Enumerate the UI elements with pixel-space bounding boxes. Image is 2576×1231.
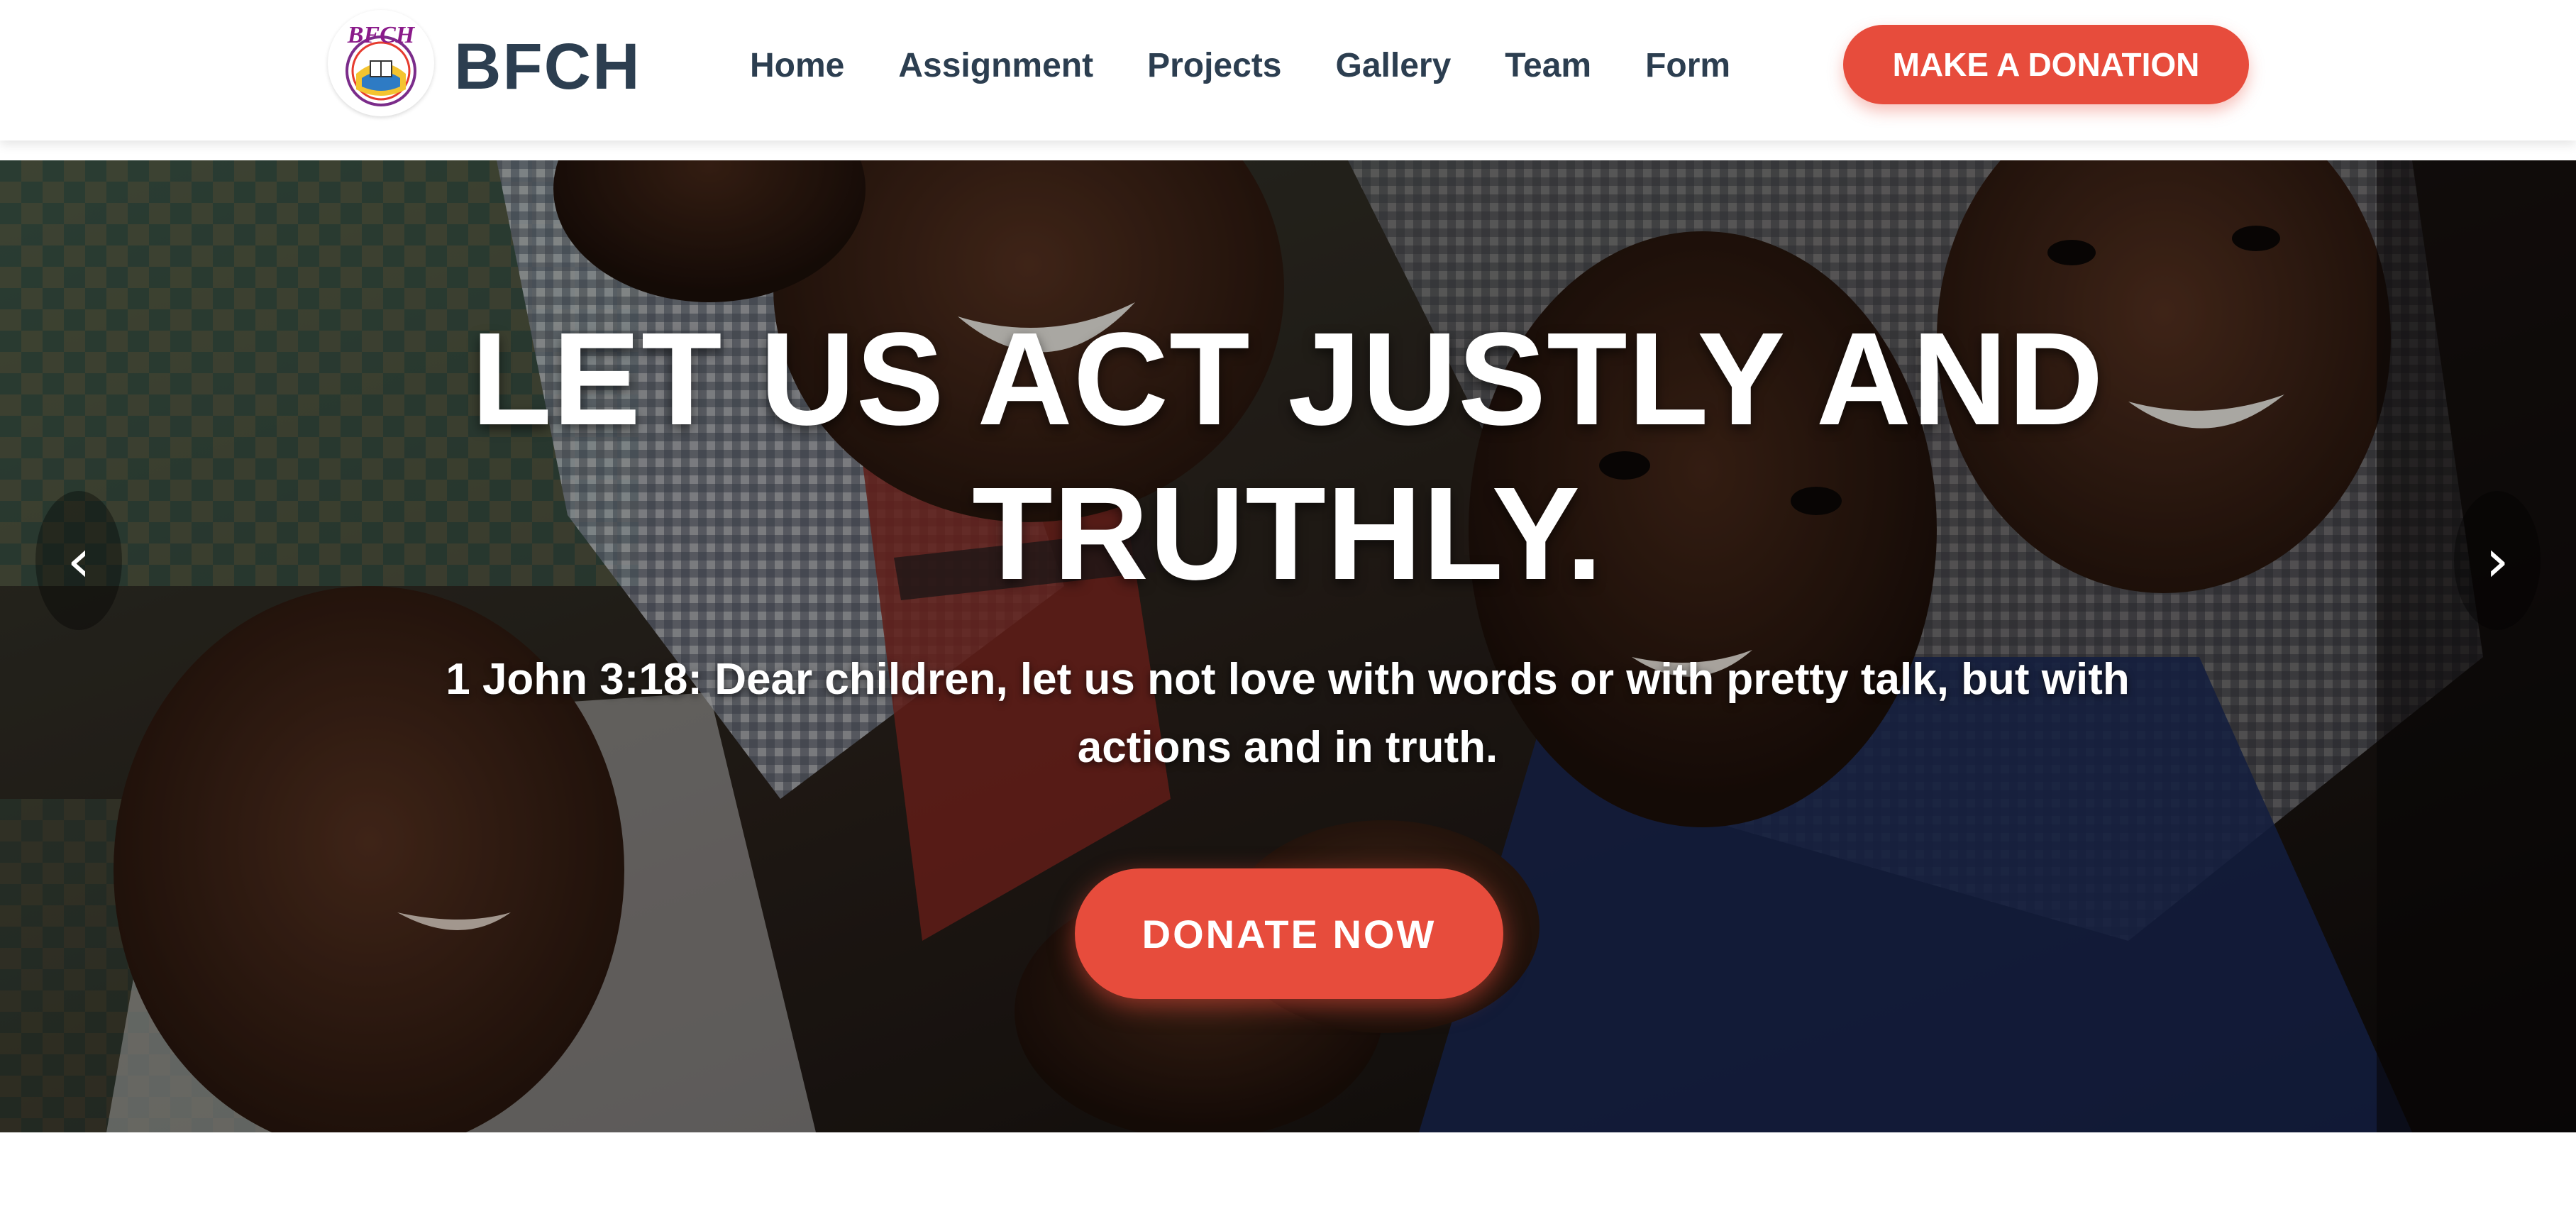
- nav-projects[interactable]: Projects: [1147, 46, 1281, 85]
- main-nav: Home Assignment Projects Gallery Team Fo…: [750, 45, 1730, 85]
- nav-assignment[interactable]: Assignment: [898, 46, 1093, 85]
- slider-prev-button[interactable]: ‹: [35, 491, 122, 630]
- nav-gallery[interactable]: Gallery: [1336, 46, 1452, 85]
- donate-now-button[interactable]: DONATE NOW: [1075, 868, 1503, 999]
- hero-slider: ‹ › LET US ACT JUSTLY AND TRUTHLY. 1 Joh…: [0, 160, 2576, 1132]
- hero-title: LET US ACT JUSTLY AND TRUTHLY.: [471, 306, 2104, 607]
- logo-text: BFCH: [347, 22, 416, 48]
- slider-next-button[interactable]: ›: [2454, 491, 2541, 630]
- nav-form[interactable]: Form: [1645, 46, 1730, 85]
- logo-emblem: BFCH: [330, 12, 432, 114]
- hero-subtitle: 1 John 3:18: Dear children, let us not l…: [446, 655, 2130, 772]
- nav-team[interactable]: Team: [1505, 46, 1591, 85]
- nav-home[interactable]: Home: [750, 46, 844, 85]
- bfch-logo-icon[interactable]: BFCH: [328, 10, 434, 116]
- site-header: BFCH BFCH Home Assignment Projects Galle…: [0, 0, 2576, 140]
- make-donation-button[interactable]: MAKE A DONATION: [1843, 25, 2249, 104]
- brand-name[interactable]: BFCH: [454, 31, 641, 102]
